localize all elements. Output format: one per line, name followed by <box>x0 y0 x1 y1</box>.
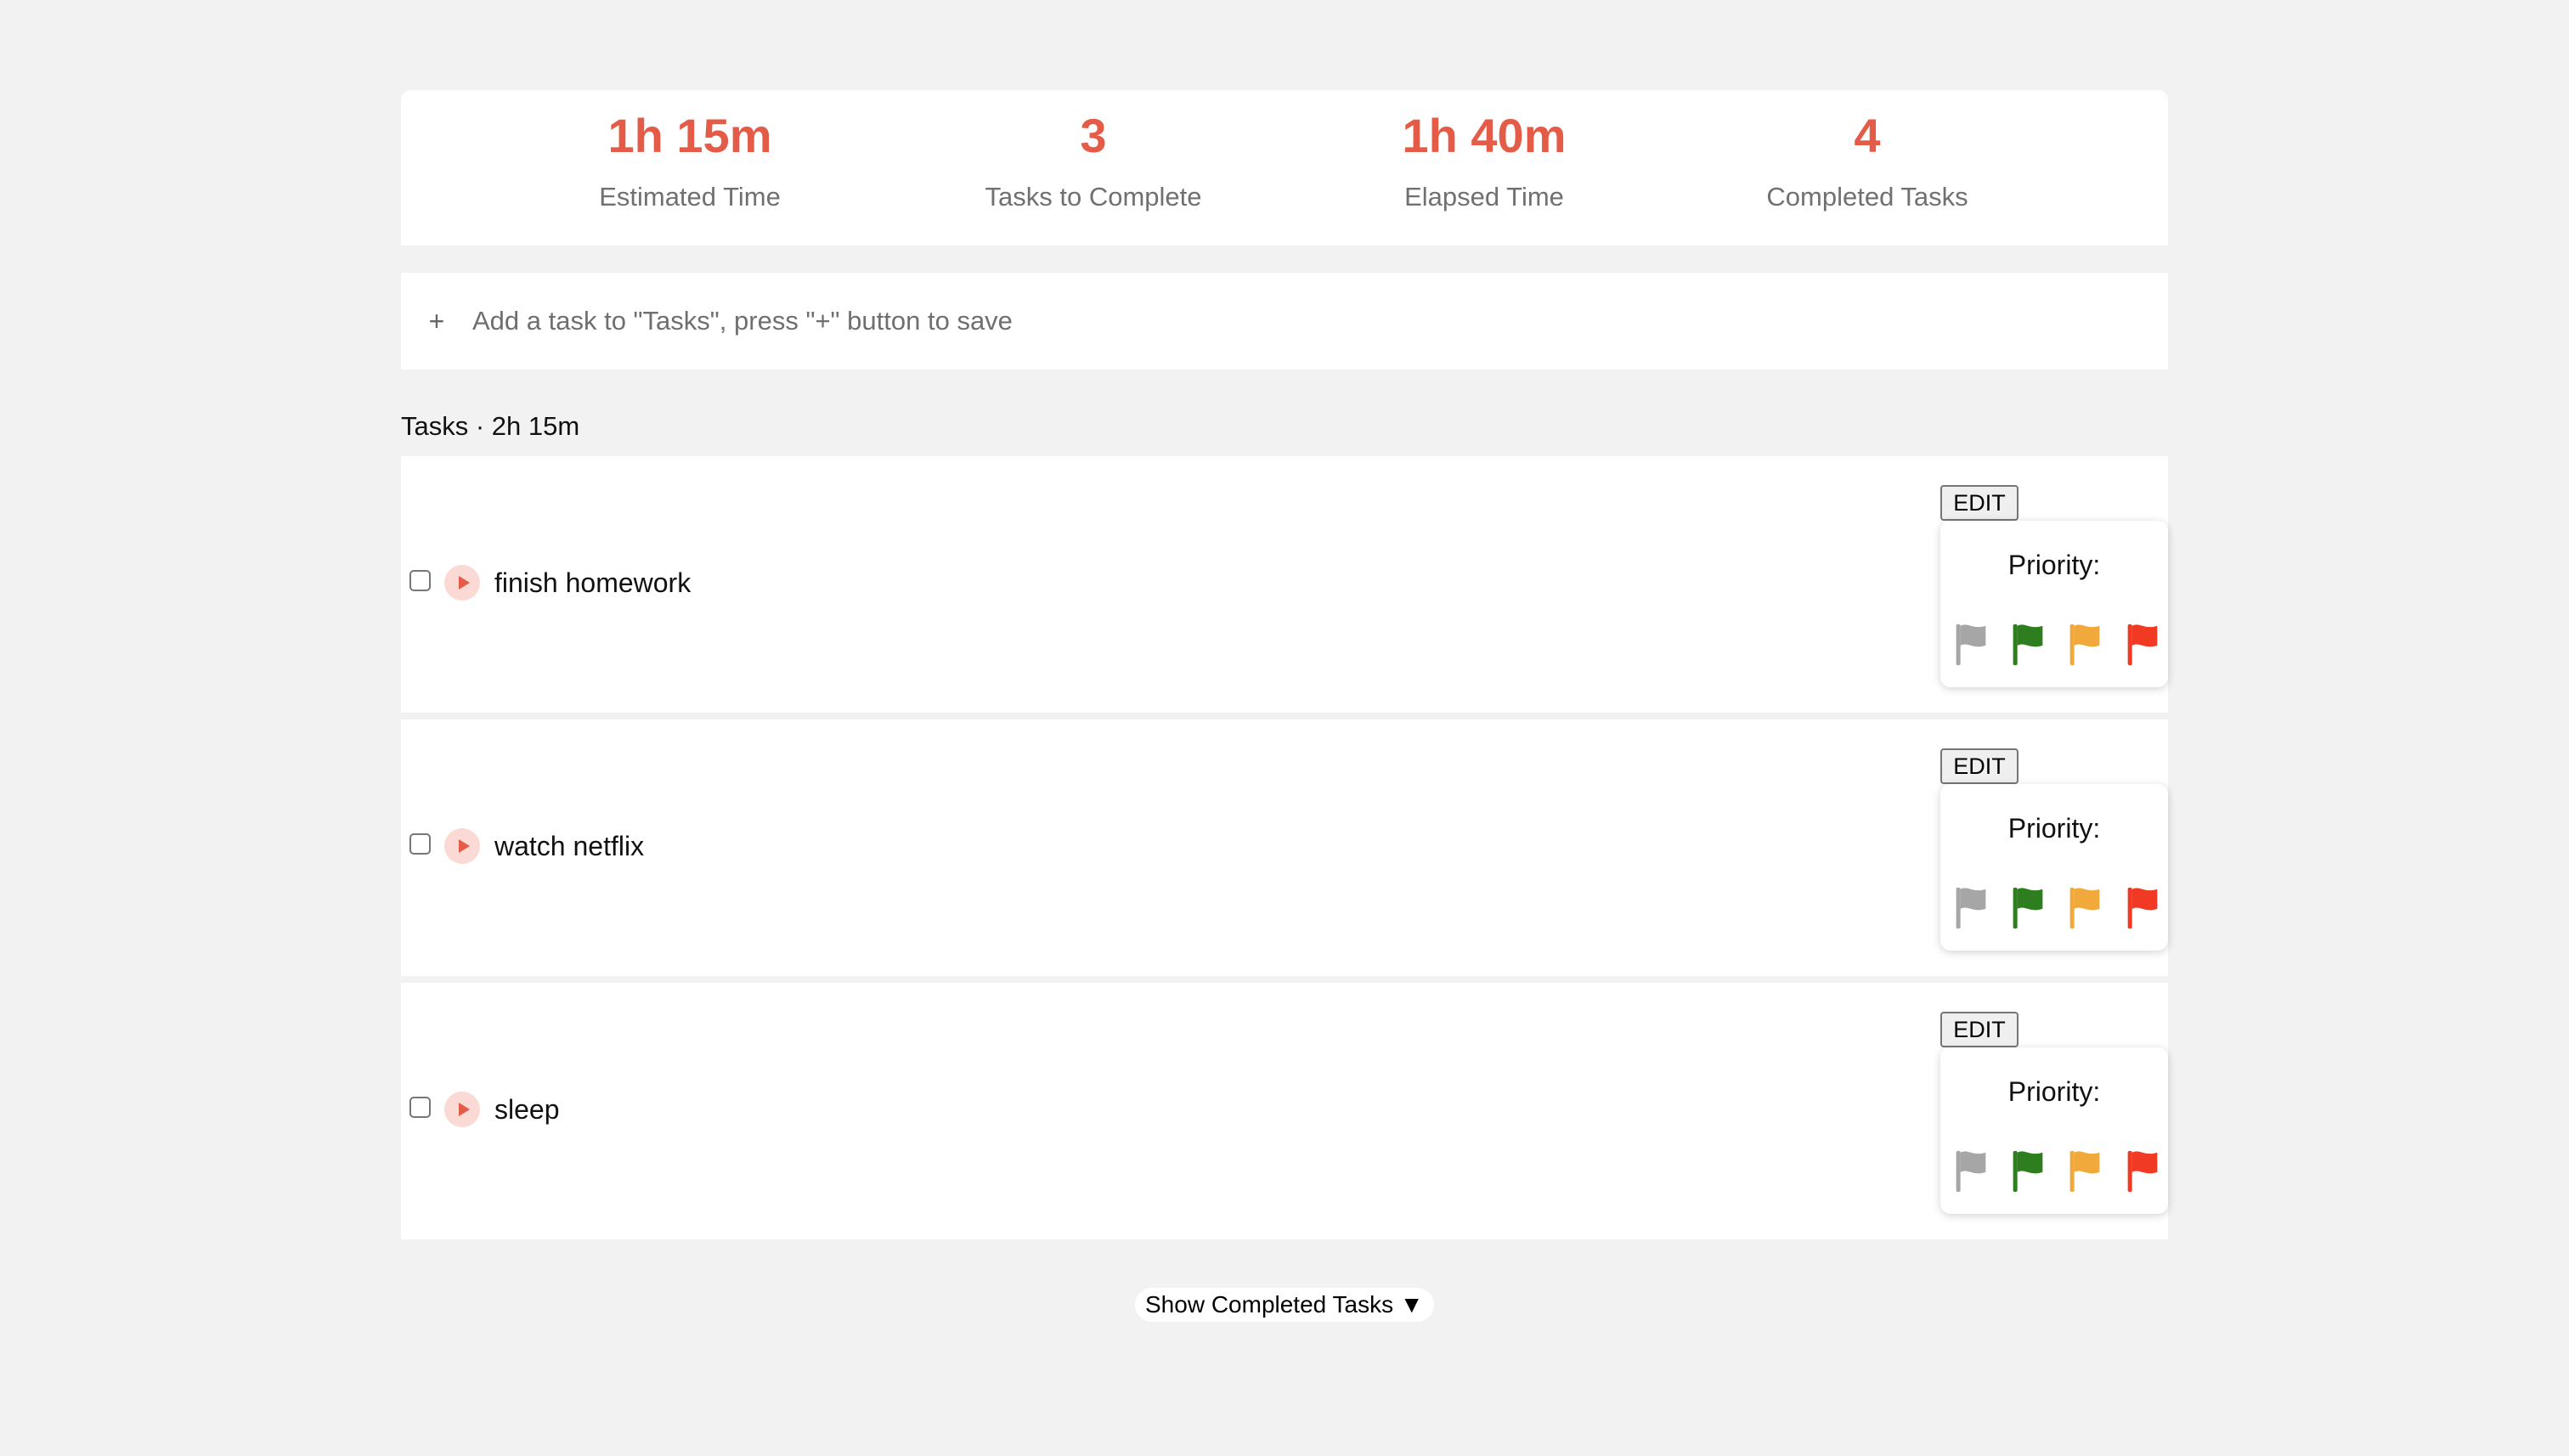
flag-icon[interactable] <box>2122 1148 2163 1194</box>
flag-icon[interactable] <box>2007 621 2048 667</box>
task-row: watch netflix EDIT Priority: <box>401 720 2168 976</box>
play-icon[interactable] <box>444 565 480 601</box>
stat-elapsed-time: 1h 40m Elapsed Time <box>1306 90 1663 216</box>
flag-icon[interactable] <box>1951 621 1991 667</box>
stat-value: 3 <box>1080 109 1107 162</box>
stat-label: Tasks to Complete <box>985 182 1202 212</box>
add-task-input[interactable] <box>472 273 2168 370</box>
stat-estimated-time: 1h 15m Estimated Time <box>511 90 868 216</box>
flag-icon[interactable] <box>1951 884 1991 930</box>
task-checkbox[interactable] <box>409 833 431 855</box>
stat-label: Estimated Time <box>599 182 781 212</box>
edit-button[interactable]: EDIT <box>1940 485 2019 521</box>
stat-label: Elapsed Time <box>1404 182 1564 212</box>
priority-label: Priority: <box>2007 813 2101 844</box>
stat-value: 1h 40m <box>1402 109 1567 162</box>
edit-button[interactable]: EDIT <box>1940 748 2019 784</box>
task-name: finish homework <box>494 567 692 598</box>
stat-value: 1h 15m <box>607 109 772 162</box>
app-container: 1h 15m Estimated Time 3 Tasks to Complet… <box>401 90 2168 1246</box>
add-task-button[interactable]: + <box>401 273 472 370</box>
play-icon[interactable] <box>444 1092 480 1127</box>
task-row: sleep EDIT Priority: <box>401 983 2168 1239</box>
stat-completed-tasks: 4 Completed Tasks <box>1689 90 2046 216</box>
priority-panel: Priority: <box>1940 1047 2168 1214</box>
stat-value: 4 <box>1854 109 1881 162</box>
flag-icon[interactable] <box>2007 1148 2048 1194</box>
flag-icon[interactable] <box>2122 884 2163 930</box>
task-list: finish homework EDIT Priority: watch net… <box>401 456 2168 1239</box>
stats-panel: 1h 15m Estimated Time 3 Tasks to Complet… <box>401 90 2168 245</box>
priority-panel: Priority: <box>1940 784 2168 951</box>
priority-panel: Priority: <box>1940 521 2168 687</box>
show-completed-button[interactable]: Show Completed Tasks ▼ <box>1135 1288 1434 1322</box>
task-name: sleep <box>494 1094 560 1125</box>
priority-label: Priority: <box>2007 550 2101 580</box>
edit-button[interactable]: EDIT <box>1940 1012 2019 1047</box>
stat-label: Completed Tasks <box>1766 182 1968 212</box>
priority-label: Priority: <box>2007 1076 2101 1107</box>
flag-icon[interactable] <box>2064 621 2105 667</box>
task-row: finish homework EDIT Priority: <box>401 456 2168 713</box>
flag-icon[interactable] <box>2122 621 2163 667</box>
flag-icon[interactable] <box>2007 884 2048 930</box>
flag-icon[interactable] <box>2064 1148 2105 1194</box>
task-checkbox[interactable] <box>409 570 431 591</box>
stat-tasks-to-complete: 3 Tasks to Complete <box>915 90 1272 216</box>
task-name: watch netflix <box>494 831 645 861</box>
flag-icon[interactable] <box>1951 1148 1991 1194</box>
play-icon[interactable] <box>444 828 480 864</box>
task-checkbox[interactable] <box>409 1097 431 1118</box>
add-task-bar: + <box>401 273 2168 370</box>
section-title: Tasks · 2h 15m <box>401 411 580 441</box>
flag-icon[interactable] <box>2064 884 2105 930</box>
